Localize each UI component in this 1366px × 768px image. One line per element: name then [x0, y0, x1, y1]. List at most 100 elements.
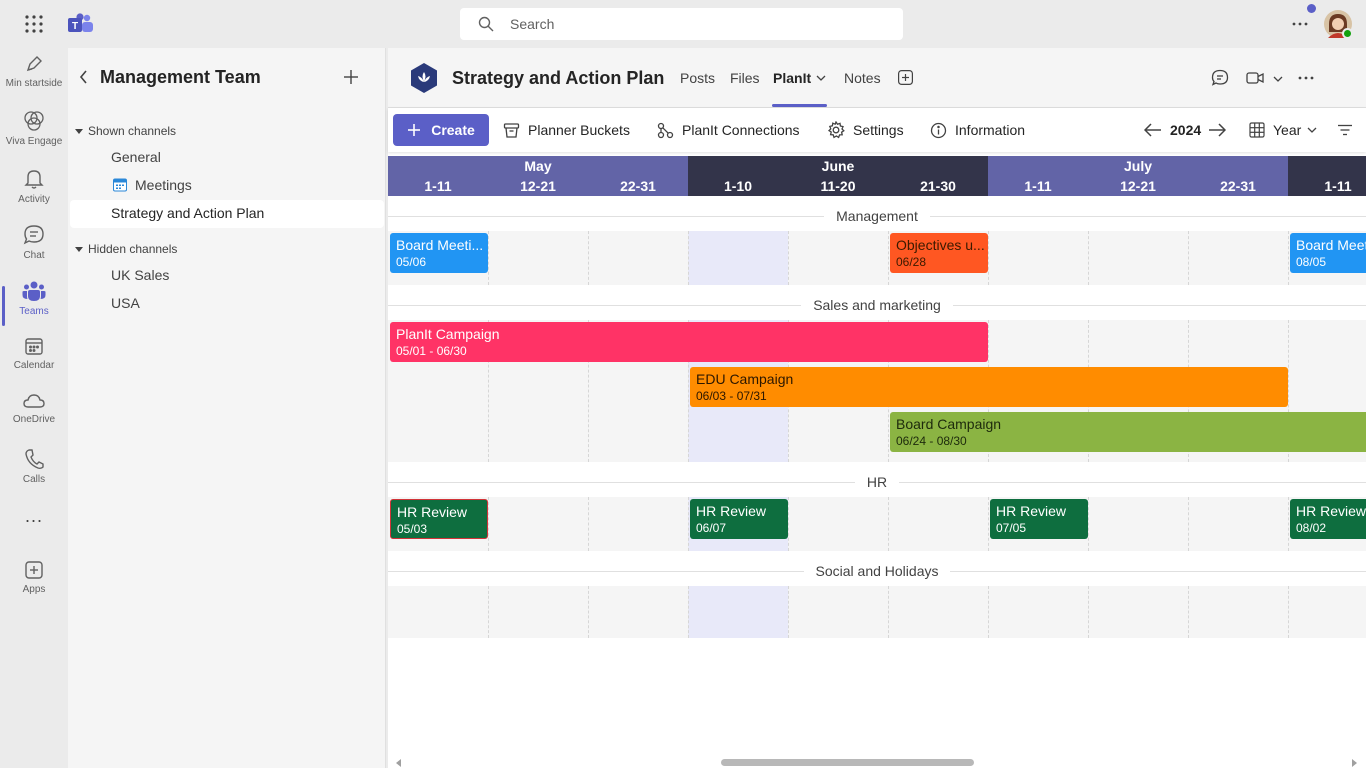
settings-button[interactable]: Settings	[827, 108, 904, 152]
date-range: 22-31	[1220, 178, 1256, 194]
timeline: May 1-11 12-21 22-31 June 1-10 11-20 21-…	[388, 156, 1366, 756]
event-board-meeting-1[interactable]: Board Meeti... 05/06	[390, 233, 488, 273]
planit-connections-button[interactable]: PlanIt Connections	[657, 108, 800, 152]
shown-channels-header[interactable]: Shown channels	[74, 124, 176, 138]
month-name: June	[821, 158, 855, 174]
team-name: Management Team	[100, 67, 261, 87]
rail-item-onedrive[interactable]: OneDrive	[0, 392, 68, 448]
viva-engage-icon	[24, 111, 44, 131]
event-title: HR Review	[1296, 503, 1366, 519]
planner-buckets-button[interactable]: Planner Buckets	[503, 108, 630, 152]
current-period-highlight	[688, 586, 788, 638]
rail-item-teams[interactable]: Teams	[0, 280, 68, 336]
add-tab-icon[interactable]	[898, 70, 913, 85]
app-launcher-icon[interactable]	[24, 14, 44, 34]
channel-panel: Management Team Shown channels General M…	[68, 48, 386, 768]
planit-toolbar: Create Planner Buckets PlanIt Connection…	[388, 108, 1366, 152]
caret-down-icon	[75, 247, 83, 252]
event-hr-review-3[interactable]: HR Review 07/05	[990, 499, 1088, 539]
channel-meetings[interactable]: Meetings	[135, 177, 192, 193]
add-apps-icon	[25, 561, 43, 579]
group-band-hr	[388, 497, 1366, 551]
calendar-icon	[113, 178, 127, 192]
event-date: 06/28	[896, 255, 927, 269]
date-range: 22-31	[620, 178, 656, 194]
scroll-left-arrow-icon[interactable]	[396, 759, 402, 767]
rail-item-home[interactable]: Min startside	[0, 54, 68, 110]
rail-item-chat[interactable]: Chat	[0, 224, 68, 280]
scrollbar-thumb[interactable]	[721, 759, 974, 766]
tab-files[interactable]: Files	[730, 70, 760, 86]
channel-uk-sales[interactable]: UK Sales	[111, 267, 169, 283]
search-box[interactable]: Search	[460, 8, 903, 40]
rail-item-activity[interactable]: Activity	[0, 168, 68, 224]
event-hr-review-4[interactable]: HR Review 08/02	[1290, 499, 1366, 539]
information-button[interactable]: Information	[930, 108, 1025, 152]
event-board-meeting-2[interactable]: Board Meet 08/05	[1290, 233, 1366, 273]
group-name: Social and Holidays	[815, 563, 939, 579]
event-hr-review-2[interactable]: HR Review 06/07	[690, 499, 788, 539]
create-button[interactable]: Create	[393, 114, 489, 146]
group-band-management	[388, 231, 1366, 285]
date-range: 12-21	[520, 178, 556, 194]
more-options-icon[interactable]	[1298, 70, 1314, 86]
channel-strategy[interactable]: Strategy and Action Plan	[111, 205, 264, 221]
date-range: 1-11	[424, 178, 452, 194]
event-hr-review-1[interactable]: HR Review 05/03	[390, 499, 488, 539]
previous-year-button[interactable]	[1144, 108, 1170, 152]
chevron-down-icon[interactable]	[816, 74, 826, 82]
event-objectives[interactable]: Objectives u... 06/28	[890, 233, 988, 273]
month-header-june: June 1-10 11-20 21-30	[688, 156, 988, 196]
event-date: 06/07	[696, 521, 727, 535]
rail-item-calendar[interactable]: Calendar	[0, 336, 68, 392]
rail-label: Calendar	[13, 360, 55, 371]
more-options-icon[interactable]	[1292, 14, 1308, 34]
scroll-right-arrow-icon[interactable]	[1351, 759, 1357, 767]
rail-label: Apps	[22, 584, 46, 595]
filter-button[interactable]	[1337, 108, 1361, 152]
planit-connections-label: PlanIt Connections	[682, 122, 800, 138]
chevron-down-icon[interactable]	[1273, 75, 1283, 83]
group-name: Management	[836, 208, 918, 224]
connections-icon	[657, 122, 674, 138]
month-name: July	[1123, 158, 1152, 174]
month-name: May	[524, 158, 552, 174]
event-date: 07/05	[996, 521, 1027, 535]
calendar-icon	[25, 338, 43, 355]
tab-posts[interactable]: Posts	[680, 70, 715, 86]
rail-item-apps[interactable]: Apps	[0, 560, 68, 616]
tab-notes[interactable]: Notes	[844, 70, 881, 86]
tab-planit[interactable]: PlanIt	[773, 70, 811, 86]
rail-label: OneDrive	[12, 414, 56, 425]
filter-icon	[1338, 124, 1352, 136]
event-board-campaign[interactable]: Board Campaign 06/24 - 08/30	[890, 412, 1366, 452]
rail-more[interactable]: ...	[0, 506, 68, 536]
event-date: 06/24 - 08/30	[896, 434, 967, 448]
event-title: HR Review	[397, 504, 468, 520]
rail-item-viva-engage[interactable]: Viva Engage	[0, 110, 68, 166]
event-title: PlanIt Campaign	[396, 326, 500, 342]
back-chevron-icon[interactable]	[78, 69, 90, 85]
plus-icon	[408, 124, 421, 136]
add-channel-icon[interactable]	[343, 69, 359, 85]
search-icon	[478, 16, 510, 32]
date-range: 21-30	[920, 178, 956, 194]
view-select[interactable]: Year	[1249, 108, 1325, 152]
rail-item-calls[interactable]: Calls	[0, 448, 68, 504]
event-edu-campaign[interactable]: EDU Campaign 06/03 - 07/31	[690, 367, 1288, 407]
horizontal-scrollbar[interactable]	[388, 756, 1366, 768]
group-label-hr: HR	[388, 471, 1366, 493]
conversation-icon[interactable]	[1211, 69, 1229, 87]
event-planit-campaign[interactable]: PlanIt Campaign 05/01 - 06/30	[390, 322, 988, 362]
date-range: 1-11	[1024, 178, 1052, 194]
channel-usa[interactable]: USA	[111, 295, 140, 311]
event-title: Board Meet	[1296, 237, 1366, 253]
video-call-icon[interactable]	[1246, 71, 1264, 85]
channel-general[interactable]: General	[111, 149, 161, 165]
rail-label: Calls	[22, 474, 46, 485]
next-year-button[interactable]	[1208, 108, 1234, 152]
date-range: 12-21	[1120, 178, 1156, 194]
hidden-channels-header[interactable]: Hidden channels	[74, 242, 177, 256]
rail-label: Teams	[19, 306, 49, 317]
view-label: Year	[1273, 122, 1302, 138]
